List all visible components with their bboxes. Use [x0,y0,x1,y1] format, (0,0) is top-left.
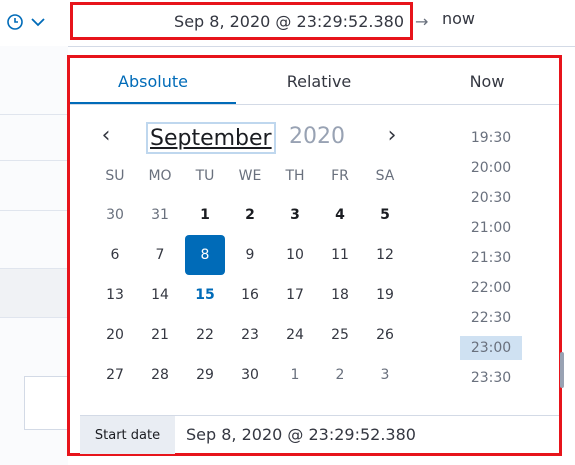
calendar-day[interactable]: 26 [365,315,405,355]
calendar-day[interactable]: 28 [140,355,180,395]
arrow-right-icon: → [415,12,429,31]
calendar-day[interactable]: 1 [275,355,315,395]
calendar-day[interactable]: 1 [185,195,225,235]
weekday-header: WE [238,168,262,184]
weekday-header: TU [195,168,215,184]
calendar-day[interactable]: 16 [230,275,270,315]
calendar-day[interactable]: 30 [230,355,270,395]
time-option[interactable]: 22:30 [460,306,522,330]
calendar-day[interactable]: 11 [320,235,360,275]
weekday-header: FR [331,168,349,184]
calendar-day[interactable]: 5 [365,195,405,235]
weekday-header: SU [105,168,125,184]
start-date-label: Start date [80,416,175,454]
calendar-day[interactable]: 24 [275,315,315,355]
date-popover: Absolute Relative Now ‹ September 2020 ›… [67,55,564,456]
tab-relative[interactable]: Relative [236,58,402,104]
next-month-button[interactable]: › [382,120,402,150]
background-band [0,268,68,318]
calendar-day[interactable]: 18 [320,275,360,315]
clock-icon [6,13,24,31]
calendar-day[interactable]: 3 [365,355,405,395]
start-date-text: Sep 8, 2020 @ 23:29:52.380 [174,11,404,31]
calendar-day[interactable]: 30 [95,195,135,235]
calendar-day[interactable]: 6 [95,235,135,275]
calendar-day[interactable]: 14 [140,275,180,315]
time-option[interactable]: 21:30 [460,246,522,270]
time-list-scrollbar[interactable] [560,352,564,388]
calendar-day[interactable]: 12 [365,235,405,275]
time-option[interactable]: 22:00 [460,276,522,300]
end-date-text: now [442,9,476,28]
tab-now[interactable]: Now [402,58,572,104]
calendar-day[interactable]: 7 [140,235,180,275]
calendar-day[interactable]: 8 [185,235,225,275]
start-date-button[interactable]: Sep 8, 2020 @ 23:29:52.380 [70,2,413,40]
calendar-day[interactable]: 27 [95,355,135,395]
time-option[interactable]: 20:30 [460,186,522,210]
active-tab-indicator [70,102,236,104]
year-select[interactable]: 2020 [289,124,345,149]
weekday-header: SA [375,168,395,184]
divider [0,210,68,211]
calendar-day[interactable]: 2 [320,355,360,395]
calendar-day[interactable]: 29 [185,355,225,395]
time-option[interactable]: 23:30 [460,366,522,390]
chevron-down-icon [30,16,46,28]
calendar-day[interactable]: 2 [230,195,270,235]
weekday-header: TH [285,168,305,184]
start-date-footer: Start date Sep 8, 2020 @ 23:29:52.380 [80,415,559,454]
calendar-day[interactable]: 23 [230,315,270,355]
time-option[interactable]: 23:00 [460,336,522,360]
time-option[interactable]: 19:30 [460,126,522,150]
end-date-button[interactable]: now [442,9,475,28]
quick-menu-button[interactable] [6,8,60,36]
calendar-day[interactable]: 17 [275,275,315,315]
calendar-day[interactable]: 31 [140,195,180,235]
tab-bar: Absolute Relative Now [70,58,559,105]
start-date-input[interactable]: Sep 8, 2020 @ 23:29:52.380 [186,425,416,444]
calendar-day[interactable]: 9 [230,235,270,275]
calendar-day[interactable]: 21 [140,315,180,355]
calendar-day[interactable]: 4 [320,195,360,235]
tab-absolute[interactable]: Absolute [70,58,236,104]
divider [0,114,68,115]
calendar-day[interactable]: 15 [185,275,225,315]
calendar-day[interactable]: 10 [275,235,315,275]
calendar-day[interactable]: 13 [95,275,135,315]
calendar-day[interactable]: 20 [95,315,135,355]
calendar-day[interactable]: 19 [365,275,405,315]
time-option[interactable]: 20:00 [460,156,522,180]
background-box [24,376,69,430]
previous-month-button[interactable]: ‹ [96,120,116,150]
weekday-header: MO [148,168,172,184]
calendar-day[interactable]: 25 [320,315,360,355]
month-select[interactable]: September [146,122,276,154]
calendar-day[interactable]: 22 [185,315,225,355]
divider [0,160,68,161]
time-option[interactable]: 21:00 [460,216,522,240]
calendar-day[interactable]: 3 [275,195,315,235]
time-list[interactable]: 19:30 20:00 20:30 21:00 21:30 22:00 22:30 23:00… [460,118,558,398]
